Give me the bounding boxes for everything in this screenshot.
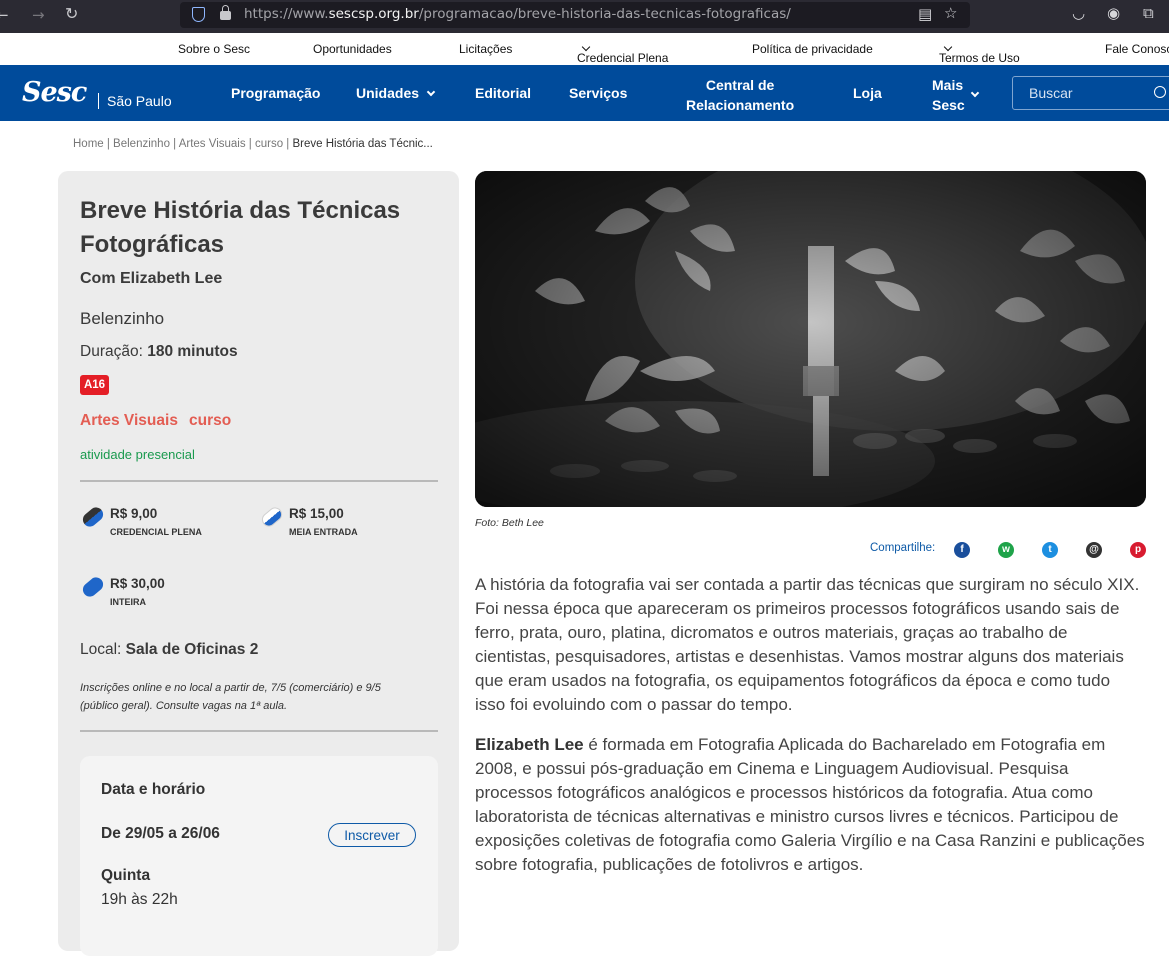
util-link-credencial[interactable]: Credencial Plena (577, 42, 668, 65)
photo-caption: Foto: Beth Lee (475, 517, 544, 529)
util-link-credencial-label: Credencial Plena (577, 51, 669, 65)
email-icon[interactable]: @ (1086, 542, 1102, 558)
price-value: R$ 9,00 (110, 506, 158, 521)
instructor-bio: é formada em Fotografia Aplicada do Bach… (475, 735, 1145, 874)
duration-value: 180 minutos (147, 343, 238, 360)
schedule-day: Quinta (101, 867, 151, 884)
reader-view-icon[interactable]: ▤ (918, 5, 932, 23)
pocket-icon[interactable]: ◡ (1072, 4, 1085, 22)
browser-toolbar: ← → ↻ https://www.sescsp.org.br/programa… (0, 0, 1169, 33)
nav-mais-line1: Mais (932, 77, 964, 93)
nav-mais-sesc[interactable]: Mais Sesc (932, 75, 965, 115)
logo-divider (98, 93, 99, 109)
category-link[interactable]: Artes Visuais (80, 412, 178, 430)
search-icon[interactable] (1154, 86, 1166, 98)
bookmark-star-icon[interactable]: ☆ (944, 4, 957, 22)
subscribe-button[interactable]: Inscrever (328, 823, 416, 847)
nav-central-line2: Relacionamento (686, 97, 795, 113)
type-link[interactable]: curso (189, 412, 231, 430)
whatsapp-icon[interactable]: w (998, 542, 1014, 558)
nav-programacao[interactable]: Programação (231, 85, 320, 101)
util-link-oportunidades[interactable]: Oportunidades (313, 42, 392, 56)
schedule-range: De 29/05 a 26/06 (101, 825, 220, 842)
util-link-termos[interactable]: Termos de Uso (939, 42, 1020, 65)
utility-nav: Sobre o Sesc Oportunidades Licitações Cr… (0, 33, 1169, 65)
price-value: R$ 30,00 (110, 576, 165, 591)
nav-loja[interactable]: Loja (853, 85, 882, 101)
modality-label: atividade presencial (80, 447, 195, 462)
schedule-title: Data e horário (101, 781, 206, 798)
duration-label: Duração: (80, 343, 148, 360)
chevron-down-icon (943, 42, 953, 52)
chevron-down-icon (426, 87, 436, 97)
nav-unidades-label: Unidades (356, 85, 420, 101)
util-link-licitacoes[interactable]: Licitações (459, 42, 512, 56)
tracking-shield-icon[interactable] (192, 7, 205, 22)
util-link-privacidade[interactable]: Política de privacidade (752, 42, 873, 56)
chevron-down-icon[interactable] (970, 88, 980, 98)
age-rating-badge: A16 (80, 375, 109, 395)
nav-central-line1: Central de (705, 77, 775, 93)
event-location: Local: Sala de Oficinas 2 (80, 641, 258, 659)
price-value: R$ 15,00 (289, 506, 344, 521)
search-input[interactable]: Buscar (1012, 76, 1169, 110)
divider (80, 730, 438, 732)
event-subtitle: Com Elizabeth Lee (80, 270, 223, 287)
nav-servicos[interactable]: Serviços (569, 85, 627, 101)
nav-unidades[interactable]: Unidades (356, 85, 436, 101)
schedule-time: 19h às 22h (101, 891, 178, 908)
divider (80, 480, 438, 482)
util-link-fale-conosco[interactable]: Fale Conosco (1105, 42, 1169, 56)
local-value: Sala de Oficinas 2 (125, 641, 259, 658)
schedule-card: Data e horário De 29/05 a 26/06 Inscreve… (80, 756, 438, 956)
logo-city: São Paulo (107, 93, 172, 109)
back-icon[interactable]: ← (0, 6, 9, 24)
registration-note: Inscrições online e no local a partir de… (80, 682, 381, 712)
breadcrumb-path[interactable]: Home | Belenzinho | Artes Visuais | curs… (73, 138, 292, 150)
price-label: MEIA ENTRADA (289, 527, 358, 537)
util-link-sobre[interactable]: Sobre o Sesc (178, 42, 250, 56)
forward-icon[interactable]: → (32, 6, 45, 24)
event-duration: Duração: 180 minutos (80, 343, 238, 361)
photo-illustration (475, 171, 1146, 507)
event-photo (475, 171, 1146, 507)
main-header: Sesc São Paulo Programação Unidades Edit… (0, 65, 1169, 121)
util-link-termos-label: Termos de Uso (939, 51, 1020, 65)
nav-mais-line2: Sesc (932, 97, 965, 113)
description-paragraph-2: Elizabeth Lee é formada em Fotografia Ap… (475, 733, 1145, 877)
pinterest-icon[interactable]: p (1130, 542, 1146, 558)
reload-icon[interactable]: ↻ (65, 4, 78, 23)
price-label: CREDENCIAL PLENA (110, 527, 202, 537)
breadcrumb: Home | Belenzinho | Artes Visuais | curs… (73, 138, 433, 150)
local-label: Local: (80, 641, 126, 658)
nav-editorial[interactable]: Editorial (475, 85, 531, 101)
event-unit[interactable]: Belenzinho (80, 309, 164, 329)
facebook-icon[interactable]: f (954, 542, 970, 558)
share-label: Compartilhe: (870, 542, 936, 554)
lock-icon[interactable] (220, 5, 231, 20)
url-text[interactable]: https://www.sescsp.org.br/programacao/br… (244, 6, 791, 22)
search-placeholder: Buscar (1029, 85, 1073, 101)
address-bar[interactable]: https://www.sescsp.org.br/programacao/br… (180, 2, 970, 28)
account-icon[interactable]: ◉ (1107, 4, 1120, 22)
extensions-icon[interactable]: ⧉ (1143, 4, 1154, 22)
chevron-down-icon (581, 42, 591, 52)
sesc-logo[interactable]: Sesc (22, 77, 87, 108)
price-label: INTEIRA (110, 597, 146, 607)
description-paragraph-1: A história da fotografia vai ser contada… (475, 575, 1140, 714)
event-title: Breve História das Técnicas Fotográficas (80, 197, 401, 258)
instructor-name: Elizabeth Lee (475, 735, 584, 754)
breadcrumb-current: Breve História das Técnic... (292, 138, 433, 150)
nav-central-relacionamento[interactable]: Central de Relacionamento (686, 75, 794, 115)
twitter-icon[interactable]: t (1042, 542, 1058, 558)
